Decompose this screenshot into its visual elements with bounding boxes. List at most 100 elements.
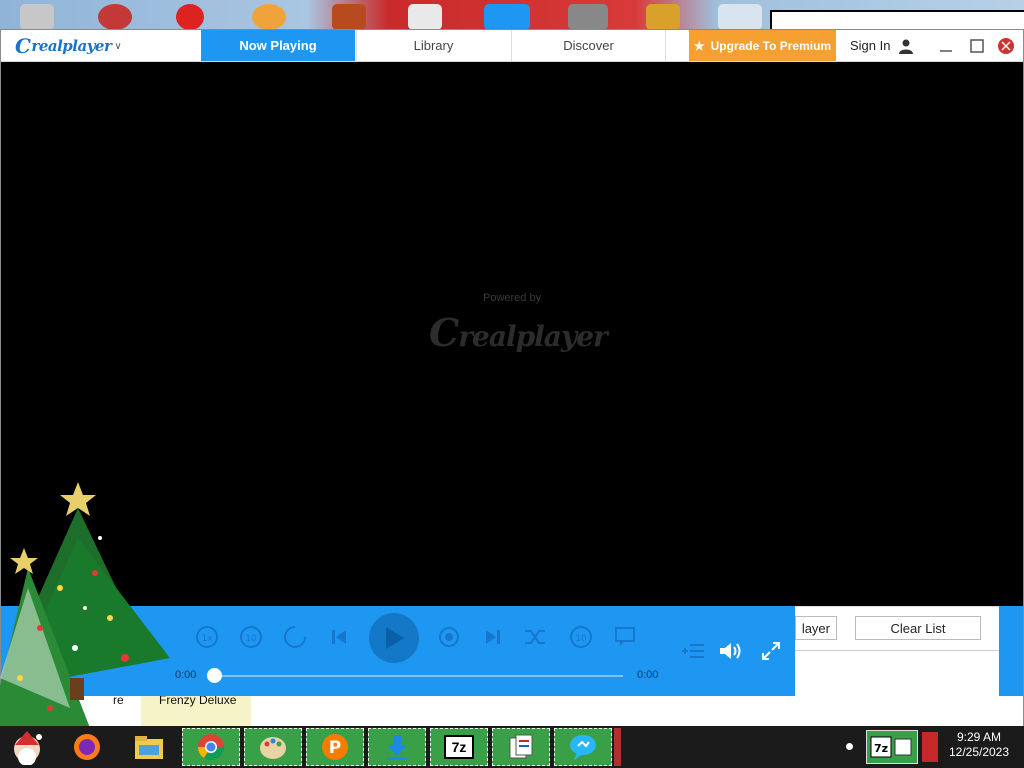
rewind-10-icon: 10 xyxy=(240,626,262,648)
christmas-tree-decoration xyxy=(0,482,170,728)
monitor-icon[interactable] xyxy=(718,4,762,30)
tab-divider xyxy=(665,30,666,61)
tab-discover[interactable]: Discover xyxy=(511,30,665,61)
tray-icons-group[interactable]: 7z xyxy=(866,730,918,764)
star-icon: ★ xyxy=(693,38,705,53)
playlist-area xyxy=(795,650,999,696)
paint-icon[interactable] xyxy=(252,4,286,30)
scroll-panel xyxy=(999,606,1023,696)
temple-icon[interactable] xyxy=(332,4,366,30)
tray-notification-icon[interactable] xyxy=(846,743,853,750)
chrome-icon xyxy=(197,734,225,761)
sign-in-label: Sign In xyxy=(850,38,891,53)
frenzy-icon[interactable] xyxy=(646,4,680,30)
stop-button[interactable] xyxy=(435,623,463,651)
shuffle-icon xyxy=(525,630,545,644)
premium-label: Upgrade To Premium xyxy=(710,38,832,53)
download-taskbar-button[interactable] xyxy=(368,728,426,766)
minimize-icon xyxy=(940,49,952,52)
play-button[interactable] xyxy=(369,613,419,663)
previous-button[interactable] xyxy=(325,623,353,651)
maximize-button[interactable] xyxy=(962,30,992,61)
seek-bar[interactable] xyxy=(213,675,623,677)
speed-button[interactable]: 1x xyxy=(193,623,221,651)
clock-date: 12/25/2023 xyxy=(948,745,1010,759)
powered-by-text: Powered by xyxy=(483,292,542,304)
documents-icon xyxy=(509,734,533,759)
upgrade-premium-button[interactable]: ★ Upgrade To Premium xyxy=(689,30,836,61)
7zip-taskbar-button[interactable]: 7z xyxy=(430,728,488,766)
chevron-down-icon: ∨ xyxy=(114,40,122,52)
repeat-icon xyxy=(284,626,306,648)
app-p-taskbar-button[interactable]: P xyxy=(306,728,364,766)
7zip-icon: 7z xyxy=(444,735,474,759)
santa-start-icon xyxy=(14,731,42,765)
taskbar: P 7z 7z 9:29 AM 12/25/2023 xyxy=(0,726,1024,768)
minimize-button[interactable] xyxy=(931,30,961,61)
tab-now-playing[interactable]: Now Playing xyxy=(201,30,355,61)
svg-text:1x: 1x xyxy=(201,634,213,644)
jet-icon[interactable] xyxy=(568,4,608,30)
documents-taskbar-button[interactable] xyxy=(492,728,550,766)
firefox-taskbar-button[interactable] xyxy=(62,728,112,766)
close-button[interactable] xyxy=(991,30,1021,61)
clear-list-button[interactable]: Clear List xyxy=(855,616,981,640)
speaker-tray-icon[interactable] xyxy=(922,732,938,762)
tab-label: Library xyxy=(413,38,454,53)
tab-label: Discover xyxy=(563,38,614,53)
maximize-icon xyxy=(970,38,984,53)
file-explorer-taskbar-button[interactable] xyxy=(124,728,174,766)
document-icon[interactable] xyxy=(408,4,442,30)
start-button[interactable] xyxy=(2,728,52,766)
realplayer-logo-menu[interactable]: C realplayer ∨ xyxy=(15,34,122,58)
player-button[interactable]: layer xyxy=(795,616,837,640)
svg-text:7z: 7z xyxy=(874,742,888,755)
tab-label: Now Playing xyxy=(239,38,317,53)
captions-button[interactable] xyxy=(611,623,639,651)
download-icon xyxy=(387,735,407,760)
user-icon xyxy=(899,39,914,54)
drawing-overlay xyxy=(770,10,1024,30)
recycle-bin-icon[interactable] xyxy=(20,4,54,30)
sign-in-button[interactable]: Sign In xyxy=(850,30,914,61)
svg-text:10: 10 xyxy=(575,634,587,644)
folder-icon xyxy=(135,736,163,759)
watermark-logo-icon: C xyxy=(429,310,459,355)
svg-text:10: 10 xyxy=(245,634,257,644)
game-icon[interactable] xyxy=(98,4,132,30)
tab-library[interactable]: Library xyxy=(356,30,510,61)
realplayer-watermark: Crealplayer xyxy=(429,310,608,355)
rewind-10-button[interactable]: 10 xyxy=(237,623,265,651)
previous-icon xyxy=(332,630,346,644)
forward-10-button[interactable]: 10 xyxy=(567,623,595,651)
volume-button[interactable] xyxy=(717,638,745,664)
chrome-taskbar-button[interactable] xyxy=(182,728,240,766)
volume-icon xyxy=(720,643,741,659)
clock-time: 9:29 AM xyxy=(956,730,1002,744)
next-icon xyxy=(486,630,500,644)
playlist-button[interactable] xyxy=(679,638,707,664)
repeat-button[interactable] xyxy=(281,623,309,651)
playlist-toolbar: layer Clear List xyxy=(795,606,999,650)
chat-icon xyxy=(570,735,596,760)
play-icon xyxy=(386,627,404,649)
fullscreen-button[interactable] xyxy=(757,638,785,664)
paint-taskbar-button[interactable] xyxy=(244,728,302,766)
title-bar: C realplayer ∨ Now Playing Library Disco… xyxy=(1,30,1023,62)
p-app-icon: P xyxy=(322,734,348,760)
fullscreen-icon xyxy=(762,642,780,660)
watermark-text: realplayer xyxy=(458,320,608,353)
logo-mark-icon: C xyxy=(15,34,31,58)
next-button[interactable] xyxy=(479,623,507,651)
shuffle-button[interactable] xyxy=(521,623,549,651)
ladybug-icon[interactable] xyxy=(176,4,204,30)
app-name: realplayer xyxy=(31,37,112,55)
realplayer-desktop-icon[interactable] xyxy=(484,4,530,30)
speed-icon: 1x xyxy=(196,626,218,648)
taskbar-divider xyxy=(614,728,621,766)
seek-handle[interactable] xyxy=(207,668,222,683)
messaging-taskbar-button[interactable] xyxy=(554,728,612,766)
playlist-icon xyxy=(682,644,704,658)
svg-text:P: P xyxy=(329,738,341,758)
system-clock[interactable]: 9:29 AM 12/25/2023 xyxy=(948,730,1010,760)
